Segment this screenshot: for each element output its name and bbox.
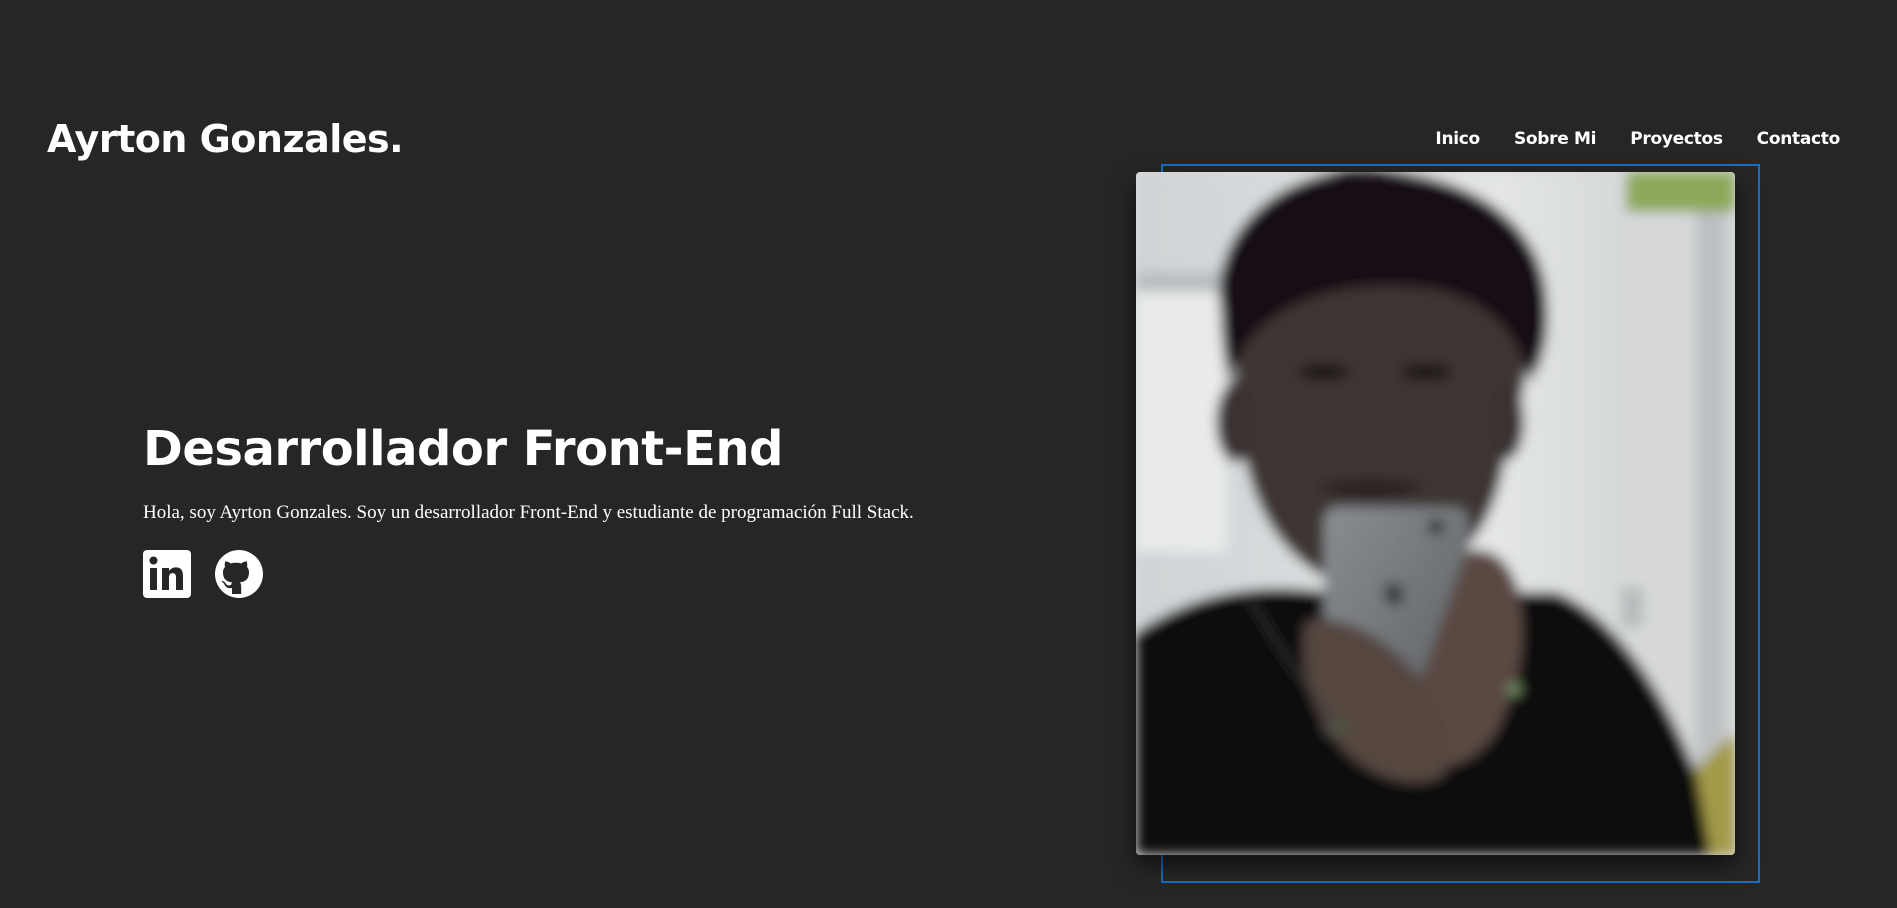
linkedin-icon: [143, 550, 191, 598]
nav-link-inicio[interactable]: Inico: [1435, 126, 1480, 152]
hero-title: Desarrollador Front-End: [143, 421, 783, 477]
nav-link-sobre-mi[interactable]: Sobre Mi: [1514, 126, 1597, 152]
nav-link-contacto[interactable]: Contacto: [1757, 126, 1841, 152]
github-link[interactable]: [215, 550, 263, 598]
social-links: [143, 550, 1043, 598]
hero-description: Hola, soy Ayrton Gonzales. Soy un desarr…: [143, 502, 914, 523]
profile-photo: [1136, 172, 1735, 855]
site-header: Ayrton Gonzales. Inico Sobre Mi Proyecto…: [0, 0, 1897, 172]
main-nav: Inico Sobre Mi Proyectos Contacto: [1435, 126, 1840, 152]
github-icon: [215, 550, 263, 598]
nav-link-proyectos[interactable]: Proyectos: [1630, 126, 1723, 152]
hero-section: Desarrollador Front-End Hola, soy Ayrton…: [143, 418, 1043, 598]
linkedin-link[interactable]: [143, 550, 191, 598]
brand-logo[interactable]: Ayrton Gonzales.: [47, 113, 404, 165]
